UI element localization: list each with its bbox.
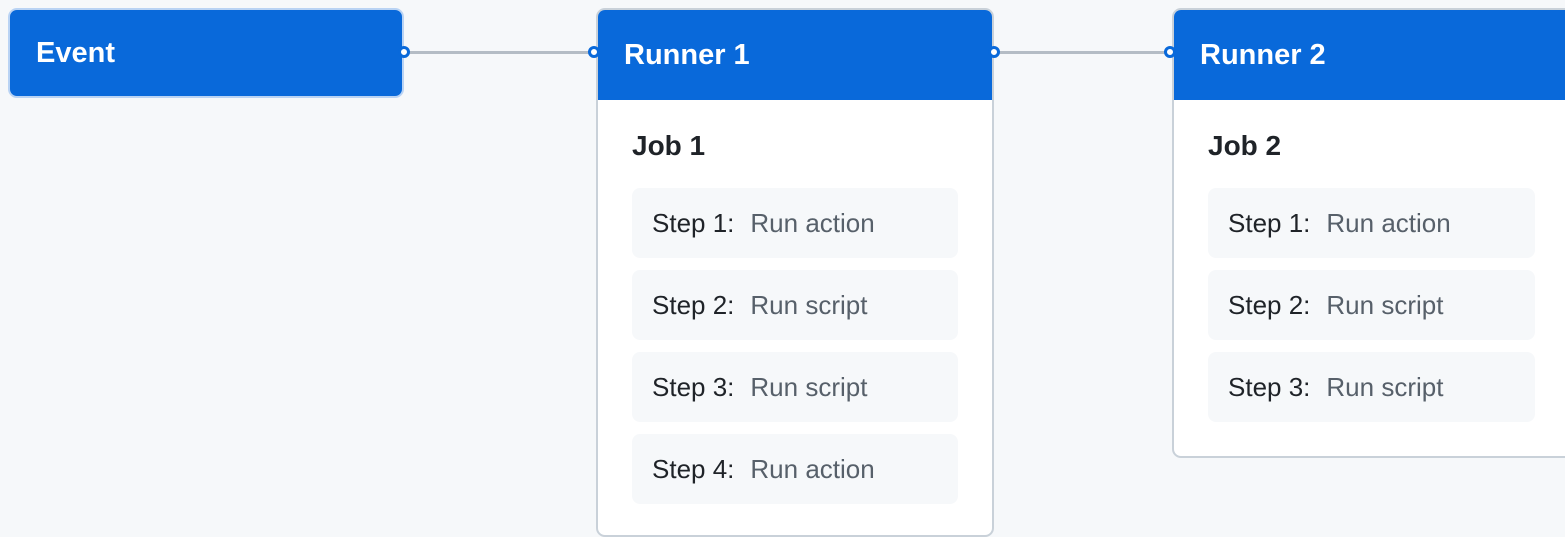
job-2-title: Job 2 <box>1208 130 1282 161</box>
job-2-step-1: Step 1: Run action <box>1208 188 1535 258</box>
job-1-step-4: Step 4: Run action <box>632 434 958 504</box>
job-1-title: Job 1 <box>632 130 706 161</box>
runner-1-title: Runner 1 <box>624 38 750 71</box>
step-action: Run action <box>750 453 875 484</box>
runner-1-output-port <box>988 46 1000 58</box>
step-action: Run action <box>1326 207 1451 238</box>
runner-2-header: Runner 2 <box>1174 10 1565 100</box>
step-label: Step 1: <box>1228 207 1311 238</box>
step-label: Step 4: <box>652 453 735 484</box>
event-output-port <box>398 46 410 58</box>
step-action: Run script <box>750 289 868 320</box>
runner-2-title: Runner 2 <box>1200 38 1326 71</box>
runner-1-job: Job 1 Step 1: Run action Step 2: Run scr… <box>598 100 992 504</box>
job-2-step-2: Step 2: Run script <box>1208 270 1535 340</box>
step-action: Run action <box>750 207 875 238</box>
runner-2-card: Runner 2 Job 2 Step 1: Run action Step 2… <box>1172 8 1565 458</box>
runner-2-input-port <box>1164 46 1176 58</box>
step-label: Step 2: <box>1228 289 1311 320</box>
step-label: Step 3: <box>1228 371 1311 402</box>
runner-1-header: Runner 1 <box>598 10 992 100</box>
connector-runner-1-runner-2 <box>994 51 1170 54</box>
step-action: Run script <box>1326 371 1444 402</box>
step-action: Run script <box>1326 289 1444 320</box>
event-title: Event <box>36 36 115 69</box>
step-label: Step 2: <box>652 289 735 320</box>
job-1-step-1: Step 1: Run action <box>632 188 958 258</box>
job-1-step-2: Step 2: Run script <box>632 270 958 340</box>
step-action: Run script <box>750 371 868 402</box>
runner-1-card: Runner 1 Job 1 Step 1: Run action Step 2… <box>596 8 994 537</box>
event-node: Event <box>8 8 404 98</box>
job-2-step-3: Step 3: Run script <box>1208 352 1535 422</box>
job-1-step-3: Step 3: Run script <box>632 352 958 422</box>
runner-2-job: Job 2 Step 1: Run action Step 2: Run scr… <box>1174 100 1565 422</box>
connector-event-runner-1 <box>404 51 594 54</box>
step-label: Step 1: <box>652 207 735 238</box>
step-label: Step 3: <box>652 371 735 402</box>
runner-1-input-port <box>588 46 600 58</box>
